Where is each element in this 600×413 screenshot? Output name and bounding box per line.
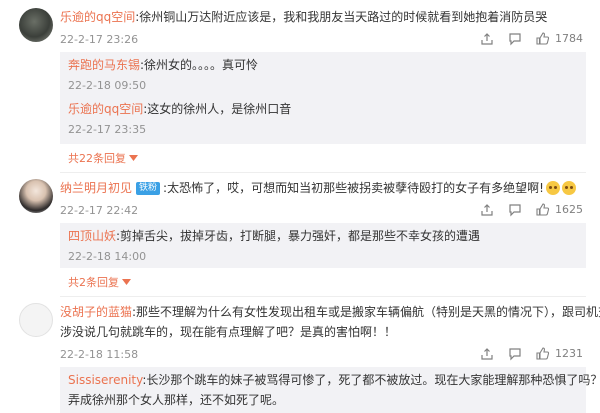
commenter-name[interactable]: 没胡子的蓝猫 [60, 305, 132, 319]
like-count: 1784 [555, 32, 583, 45]
timestamp: 22-2-17 23:26 [60, 33, 139, 46]
more-replies-link[interactable]: 共22条回复 [68, 150, 138, 166]
like-count: 1625 [555, 203, 583, 216]
commenter-name[interactable]: 纳兰明月初见 [60, 181, 132, 195]
more-replies-label: 共22条回复 [68, 152, 126, 165]
comment-button[interactable] [508, 347, 522, 361]
comment-text-line-2: 涉没说几句就跳车的，现在能有点理解了吧？是真的害怕啊！！ [60, 325, 397, 339]
chevron-down-icon [122, 279, 131, 285]
emoji-icon [561, 181, 576, 195]
divider [60, 172, 586, 173]
comment-body: 没胡子的蓝猫:那些不理解为什么有女性发现出租车或是搬家车辆偏航（特别是天黑的情况… [60, 304, 600, 321]
reply-text-line-2: 弄成徐州那个女人那样，还不如死了呢。 [68, 393, 285, 407]
share-icon [481, 348, 493, 360]
more-replies-label: 共2条回复 [68, 276, 119, 289]
share-button[interactable] [480, 32, 494, 46]
avatar[interactable] [19, 179, 53, 213]
more-replies-link[interactable]: 共2条回复 [68, 274, 131, 290]
avatar[interactable] [19, 303, 53, 337]
emoji-icon [545, 181, 560, 195]
comment-icon [509, 33, 521, 46]
comment-text: :那些不理解为什么有女性发现出租车或是搬家车辆偏航（特别是天黑的情况下），跟司机… [132, 305, 600, 319]
commenter-name[interactable]: 乐逾的qq空间 [60, 10, 135, 24]
chevron-down-icon [129, 155, 138, 161]
reply-timestamp: 22-2-18 09:50 [68, 79, 147, 92]
comment-body: 纳兰明月初见 铁粉:太恐怖了，哎，可想而知当初那些被拐卖被孽待殴打的女子有多绝望啊… [60, 180, 576, 197]
comment-body: 乐逾的qq空间:徐州铜山万达附近应该是，我和我朋友当天路过的时候就看到她抱着消防… [60, 9, 547, 26]
like-icon [536, 32, 550, 45]
timestamp: 22-2-17 22:42 [60, 204, 139, 217]
comment-button[interactable] [508, 203, 522, 217]
share-icon [481, 33, 493, 45]
reply-text: :剪掉舌尖，拔掉牙齿，打断腿，暴力强奸，都是那些不幸女孩的遭遇 [116, 229, 481, 243]
reply-body: 四顶山妖:剪掉舌尖，拔掉牙齿，打断腿，暴力强奸，都是那些不幸女孩的遭遇 [68, 228, 480, 245]
comment-icon [509, 204, 521, 217]
divider [60, 296, 586, 297]
timestamp: 22-2-18 11:58 [60, 348, 139, 361]
like-button[interactable]: 1784 [535, 31, 583, 46]
replier-name[interactable]: Sissiserenity [68, 373, 142, 387]
replier-name[interactable]: 四顶山妖 [68, 229, 116, 243]
like-count: 1231 [555, 347, 583, 360]
share-button[interactable] [480, 347, 494, 361]
share-button[interactable] [480, 203, 494, 217]
reply-body: Sissiserenity:长沙那个跳车的妹子被骂得可惨了，死了都不被放过。现在… [68, 372, 600, 389]
reply-text: :长沙那个跳车的妹子被骂得可惨了，死了都不被放过。现在大家能理解那种恐惧了吗？被 [142, 373, 600, 387]
like-icon [536, 347, 550, 360]
reply-text: :徐州女的。。。。真可怜 [140, 58, 259, 72]
comment-icon [509, 348, 521, 361]
comment-text: :太恐怖了，哎，可想而知当初那些被拐卖被孽待殴打的女子有多绝望啊! [163, 181, 544, 195]
avatar[interactable] [19, 8, 53, 42]
share-icon [481, 204, 493, 216]
reply-text: :这女的徐州人，是徐州口音 [143, 102, 292, 116]
like-button[interactable]: 1625 [535, 202, 583, 217]
comment-text: :徐州铜山万达附近应该是，我和我朋友当天路过的时候就看到她抱着消防员哭 [135, 10, 548, 24]
reply-timestamp: 22-2-17 23:35 [68, 123, 147, 136]
replier-name[interactable]: 乐逾的qq空间 [68, 102, 143, 116]
comment-button[interactable] [508, 32, 522, 46]
like-icon [536, 203, 550, 216]
reply-timestamp: 22-2-18 14:00 [68, 250, 147, 263]
replier-name[interactable]: 奔跑的马东锡 [68, 58, 140, 72]
reply-body: 乐逾的qq空间:这女的徐州人，是徐州口音 [68, 101, 291, 118]
like-button[interactable]: 1231 [535, 346, 583, 361]
fan-badge: 铁粉 [136, 182, 161, 195]
reply-body: 奔跑的马东锡:徐州女的。。。。真可怜 [68, 57, 258, 74]
